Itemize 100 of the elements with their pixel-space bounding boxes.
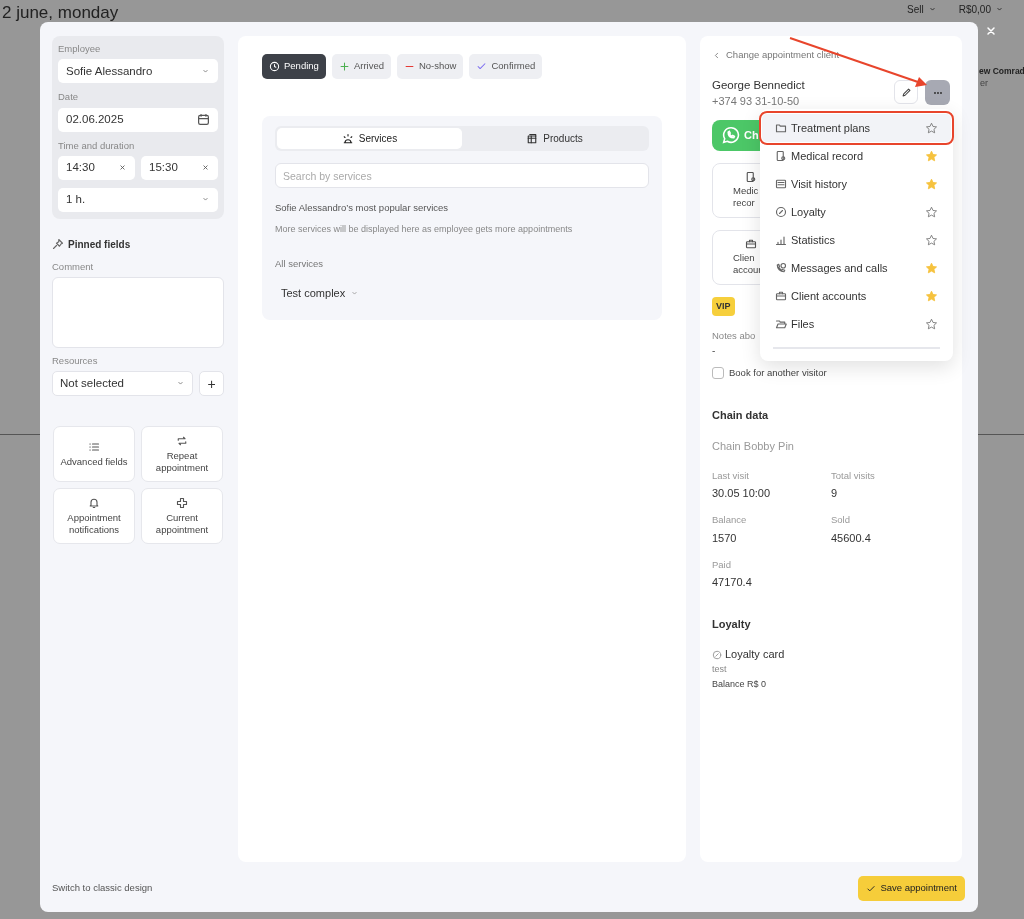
menu-item[interactable]: Client accounts	[762, 282, 951, 310]
switch-design-link[interactable]: Switch to classic design	[52, 881, 153, 896]
employee-dropdown[interactable]: Sofie Alessandro	[58, 59, 218, 84]
tile-label: recor	[733, 197, 755, 209]
more-button[interactable]	[925, 80, 950, 106]
menu-item-label: Visit history	[791, 176, 848, 192]
stat-value: 1570	[712, 530, 738, 546]
loyalty-balance: Balance R$ 0	[712, 678, 768, 692]
stat-label: Paid	[712, 558, 732, 572]
star-icon[interactable]	[925, 205, 938, 219]
start-time-field[interactable]: 14:30	[58, 155, 135, 180]
menu-item-label: Loyalty	[791, 204, 826, 220]
save-button[interactable]: Save appointment	[858, 876, 965, 901]
client-name: George Bennedict	[712, 78, 805, 94]
all-services-label: All services	[275, 256, 325, 271]
clear-icon	[118, 163, 127, 173]
stat-value: 45600.4	[831, 530, 872, 546]
action-tile[interactable]: Current appointment	[141, 488, 223, 545]
item-tab[interactable]: Products	[462, 128, 647, 149]
loyalty-icon	[775, 206, 787, 218]
comment-label: Comment	[52, 259, 95, 274]
menu-item-label: Files	[791, 316, 815, 332]
tile-label: accour	[733, 264, 762, 276]
service-group[interactable]: Test complex	[281, 285, 360, 302]
star-icon[interactable]	[925, 261, 938, 275]
change-client-link[interactable]: Change appointment client	[712, 48, 950, 63]
star-icon[interactable]	[925, 121, 938, 135]
status-button[interactable]: Pending	[262, 54, 326, 79]
status-button[interactable]: No-show	[396, 54, 464, 79]
chevron-icon	[927, 5, 937, 14]
repeat-icon	[176, 434, 188, 447]
calls-icon	[775, 262, 787, 274]
stat-value: 30.05 10:00	[712, 485, 772, 501]
arrived-icon	[338, 61, 350, 72]
menu-item-label: Statistics	[791, 232, 835, 248]
loyalty-card-name: Loyalty card	[725, 647, 785, 663]
comment-field[interactable]	[52, 277, 224, 348]
bell-icon	[88, 496, 100, 509]
stat-label: Sold	[831, 513, 851, 528]
client-phone: +374 93 31-10-50	[712, 94, 801, 108]
plus-icon	[176, 496, 188, 509]
pending-icon	[269, 61, 280, 72]
end-time-field[interactable]: 15:30	[141, 155, 218, 180]
item-tab[interactable]: Services	[277, 128, 462, 149]
tile-label: Clien	[733, 252, 755, 264]
menu-item-label: Treatment plans	[791, 120, 871, 136]
calendar-icon	[197, 113, 210, 126]
balance-dropdown[interactable]: R$0,00	[958, 2, 1004, 17]
medical-icon	[745, 171, 757, 183]
check-icon	[866, 883, 877, 894]
accounts-icon	[745, 238, 757, 250]
back-icon	[712, 50, 721, 60]
list-icon	[88, 440, 100, 453]
status-button[interactable]: Confirmed	[469, 54, 543, 79]
star-icon[interactable]	[925, 317, 938, 331]
star-icon[interactable]	[925, 177, 938, 191]
edit-icon	[900, 86, 912, 98]
duration-dropdown[interactable]: 1 h.	[58, 187, 218, 212]
stats-icon	[775, 234, 787, 246]
star-icon[interactable]	[925, 149, 938, 163]
popular-services-title: Sofie Alessandro’s most popular services	[275, 201, 450, 215]
menu-item[interactable]: Files	[762, 310, 951, 338]
chain-data-title: Chain data	[712, 407, 770, 423]
book-other-checkbox[interactable]	[712, 367, 724, 380]
date-field[interactable]: 02.06.2025	[58, 107, 218, 132]
stat-value: 9	[831, 485, 839, 501]
folder-icon	[775, 122, 787, 134]
search-field[interactable]: Search by services	[275, 163, 649, 188]
add-resource-button[interactable]: +	[199, 371, 224, 397]
star-icon[interactable]	[925, 233, 938, 247]
menu-item[interactable]: Treatment plans	[762, 114, 951, 142]
menu-item-label: Medical record	[791, 148, 864, 164]
stat-label: Balance	[712, 513, 748, 528]
confirmed-icon	[476, 61, 488, 72]
vip-tag: VIP	[712, 296, 735, 316]
products-icon	[526, 132, 539, 145]
star-icon[interactable]	[925, 289, 938, 303]
sell-dropdown[interactable]: Sell	[907, 2, 937, 17]
chevron-icon	[995, 5, 1004, 14]
book-other-label: Book for another visitor	[729, 366, 827, 381]
calendar-event-title: ew Comrad	[979, 65, 1024, 78]
menu-item-label: Messages and calls	[791, 260, 888, 276]
resources-dropdown[interactable]: Not selected	[52, 371, 193, 397]
history-icon	[775, 178, 787, 190]
services-icon	[341, 132, 354, 145]
calendar-event-subtitle: er	[980, 77, 988, 90]
tile-label: Medic	[733, 185, 759, 197]
employee-label: Employee	[58, 42, 102, 56]
notes-value: -	[712, 344, 716, 359]
page-title: 2 june, monday	[2, 2, 119, 24]
pinned-fields-title: Pinned fields	[68, 237, 131, 252]
action-tile[interactable]: Repeat appointment	[141, 426, 223, 483]
action-tile[interactable]: Appointment notifications	[53, 488, 135, 545]
loyalty-card-subtitle: test	[712, 662, 728, 676]
action-tile[interactable]: Advanced fields	[53, 426, 135, 483]
loyalty-icon	[712, 649, 722, 660]
stat-value: 47170.4	[712, 575, 753, 591]
pin-icon	[52, 238, 64, 251]
status-button[interactable]: Arrived	[331, 54, 391, 79]
chain-name: Chain Bobby Pin	[712, 439, 795, 454]
